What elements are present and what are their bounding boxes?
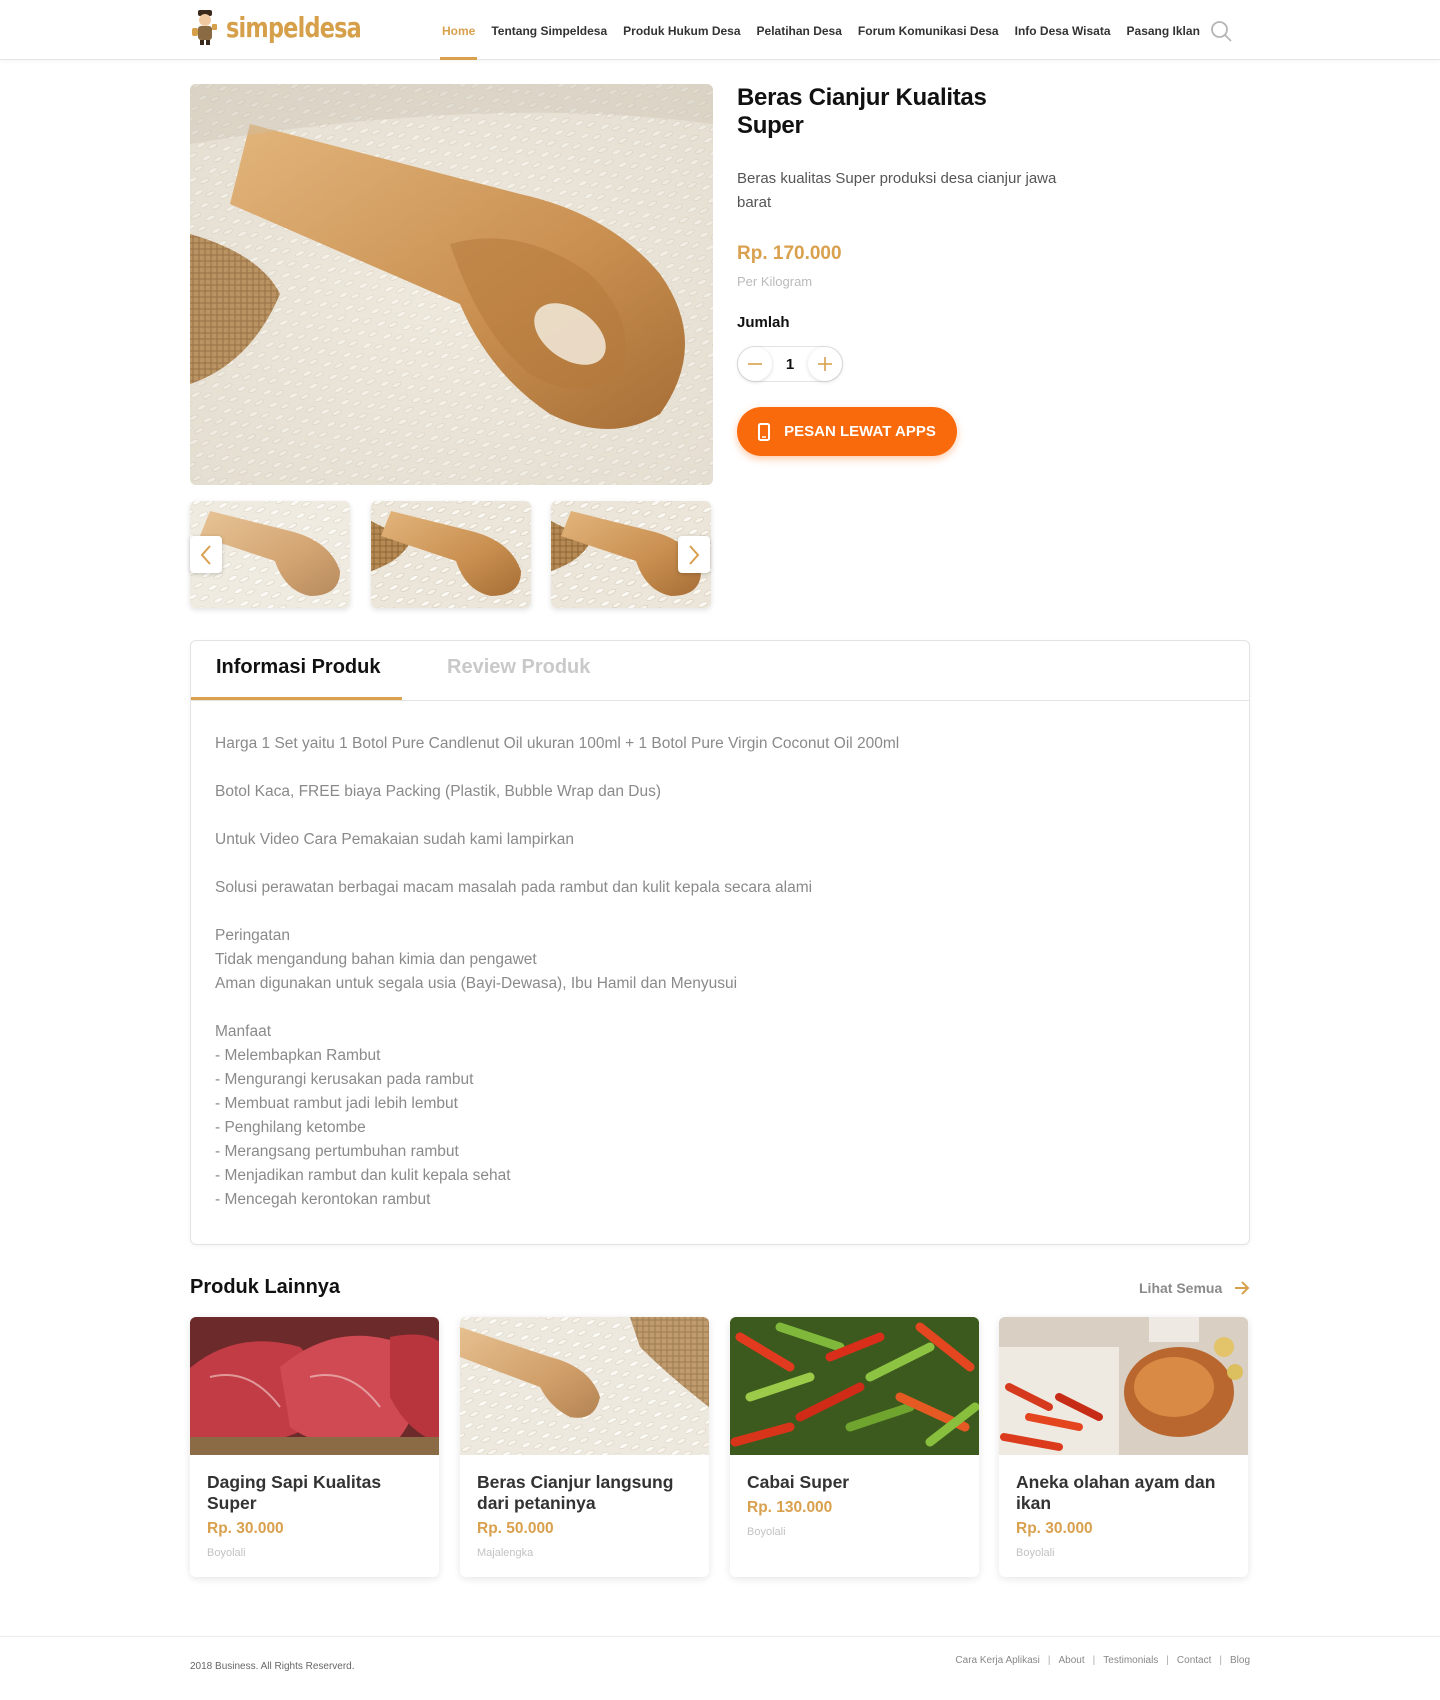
smartphone-icon bbox=[758, 422, 771, 441]
chevron-left-icon bbox=[200, 544, 211, 565]
product-detail-panel: Informasi Produk Review Produk Harga 1 S… bbox=[190, 640, 1250, 1245]
footer-link-cara-kerja[interactable]: Cara Kerja Aplikasi bbox=[955, 1655, 1039, 1666]
order-via-app-button[interactable]: PESAN LEWAT APPS bbox=[737, 407, 957, 456]
footer-link-contact[interactable]: Contact bbox=[1177, 1655, 1211, 1666]
product-card-price: Rp. 50.000 bbox=[477, 1520, 554, 1537]
footer-separator: | bbox=[1047, 1655, 1051, 1666]
thumbnail[interactable] bbox=[371, 501, 531, 608]
nav-item-forum[interactable]: Forum Komunikasi Desa bbox=[850, 0, 1007, 60]
product-title: Beras Cianjur Kualitas Super bbox=[737, 84, 987, 139]
product-card-title: Cabai Super bbox=[747, 1472, 850, 1492]
product-card-title: Beras Cianjur langsung dari petaninya bbox=[477, 1472, 674, 1513]
footer-link-blog[interactable]: Blog bbox=[1230, 1655, 1250, 1666]
product-card-image bbox=[190, 1317, 439, 1455]
product-card-location: Boyolali bbox=[207, 1547, 246, 1559]
tab-informasi-produk[interactable]: Informasi Produk bbox=[216, 656, 380, 679]
nav-item-pasang-iklan[interactable]: Pasang Iklan bbox=[1119, 0, 1208, 60]
info-paragraph: Untuk Video Cara Pemakaian sudah kami la… bbox=[215, 831, 574, 848]
plus-icon bbox=[818, 357, 832, 371]
tab-bar: Informasi Produk Review Produk bbox=[191, 641, 1249, 701]
footer-separator: | bbox=[1219, 1655, 1222, 1666]
thumbnail-next-button[interactable] bbox=[678, 536, 710, 573]
benefit-line: - Penghilang ketombe bbox=[215, 1119, 366, 1136]
brand-name: simpeldesa bbox=[226, 10, 362, 44]
footer-separator: | bbox=[1166, 1655, 1169, 1666]
product-card[interactable]: Beras Cianjur langsung dari petaninya Rp… bbox=[460, 1317, 709, 1577]
benefit-line: - Mencegah kerontokan rambut bbox=[215, 1191, 431, 1208]
info-paragraph: Harga 1 Set yaitu 1 Botol Pure Candlenut… bbox=[215, 735, 900, 752]
product-info: Beras Cianjur Kualitas Super Beras kuali… bbox=[737, 84, 1057, 456]
product-card[interactable]: Aneka olahan ayam dan ikan Rp. 30.000 Bo… bbox=[999, 1317, 1248, 1577]
increase-quantity-button[interactable] bbox=[808, 347, 842, 381]
arrow-right-icon bbox=[1235, 1281, 1250, 1295]
related-products-title: Produk Lainnya bbox=[190, 1276, 341, 1298]
product-card-image bbox=[999, 1317, 1248, 1455]
active-tab-indicator bbox=[191, 697, 402, 700]
benefit-line: - Melembapkan Rambut bbox=[215, 1047, 381, 1064]
product-card-title: Aneka olahan ayam dan ikan bbox=[1016, 1472, 1216, 1513]
quantity-label: Jumlah bbox=[737, 314, 790, 331]
nav-item-info-wisata[interactable]: Info Desa Wisata bbox=[1007, 0, 1119, 60]
product-card-location: Boyolali bbox=[747, 1526, 786, 1538]
thumbnail-strip bbox=[190, 501, 713, 608]
product-card[interactable]: Daging Sapi Kualitas Super Rp. 30.000 Bo… bbox=[190, 1317, 439, 1577]
top-navbar: simpeldesa Home Tentang Simpeldesa Produ… bbox=[0, 0, 1440, 60]
nav-item-home[interactable]: Home bbox=[434, 0, 483, 60]
product-information-content: Harga 1 Set yaitu 1 Botol Pure Candlenut… bbox=[191, 701, 1249, 1212]
product-main-image bbox=[190, 84, 713, 485]
warning-line: Tidak mengandung bahan kimia dan pengawe… bbox=[215, 951, 537, 968]
info-paragraph: Botol Kaca, FREE biaya Packing (Plastik,… bbox=[215, 783, 661, 800]
chevron-right-icon bbox=[689, 544, 700, 565]
benefit-title: Manfaat bbox=[215, 1023, 272, 1040]
tab-review-produk[interactable]: Review Produk bbox=[447, 656, 590, 679]
nav-item-tentang[interactable]: Tentang Simpeldesa bbox=[483, 0, 615, 60]
warning-title: Peringatan bbox=[215, 927, 290, 944]
benefit-line: - Membuat rambut jadi lebih lembut bbox=[215, 1095, 458, 1112]
thumbnail-prev-button[interactable] bbox=[190, 536, 222, 573]
brand-logo[interactable]: simpeldesa bbox=[190, 8, 395, 46]
product-card-price: Rp. 30.000 bbox=[207, 1520, 284, 1537]
benefit-line: - Mengurangi kerusakan pada rambut bbox=[215, 1071, 474, 1088]
related-products-list: Daging Sapi Kualitas Super Rp. 30.000 Bo… bbox=[190, 1317, 1250, 1577]
product-card-price: Rp. 30.000 bbox=[1016, 1520, 1093, 1537]
product-card-image bbox=[730, 1317, 979, 1455]
product-price: Rp. 170.000 bbox=[737, 243, 842, 264]
quantity-value[interactable]: 1 bbox=[786, 356, 794, 373]
product-card-price: Rp. 130.000 bbox=[747, 1499, 833, 1516]
footer: 2018 Business. All Rights Reserverd. Car… bbox=[0, 1636, 1440, 1700]
footer-link-testimonials[interactable]: Testimonials bbox=[1103, 1655, 1158, 1666]
benefit-line: - Merangsang pertumbuhan rambut bbox=[215, 1143, 459, 1160]
order-button-label: PESAN LEWAT APPS bbox=[784, 423, 936, 440]
decrease-quantity-button[interactable] bbox=[738, 347, 772, 381]
footer-link-about[interactable]: About bbox=[1059, 1655, 1085, 1666]
minus-icon bbox=[748, 363, 762, 365]
nav-item-pelatihan[interactable]: Pelatihan Desa bbox=[749, 0, 850, 60]
product-card-image bbox=[460, 1317, 709, 1455]
product-card-location: Majalengka bbox=[477, 1547, 534, 1559]
footer-separator: | bbox=[1092, 1655, 1096, 1666]
price-unit: Per Kilogram bbox=[737, 274, 813, 289]
copyright-text: 2018 Business. All Rights Reserverd. bbox=[190, 1661, 355, 1672]
quantity-stepper: 1 bbox=[737, 346, 843, 382]
product-card-location: Boyolali bbox=[1016, 1547, 1055, 1559]
product-card-title: Daging Sapi Kualitas Super bbox=[207, 1472, 382, 1513]
warning-line: Aman digunakan untuk segala usia (Bayi-D… bbox=[215, 975, 738, 992]
nav-item-produk-hukum[interactable]: Produk Hukum Desa bbox=[615, 0, 748, 60]
benefit-line: - Menjadikan rambut dan kulit kepala seh… bbox=[215, 1167, 511, 1184]
see-all-link[interactable]: Lihat Semua bbox=[1139, 1280, 1250, 1296]
product-description: Beras kualitas Super produksi desa cianj… bbox=[737, 170, 1057, 211]
main-nav: Home Tentang Simpeldesa Produk Hukum Des… bbox=[434, 0, 1208, 60]
product-card[interactable]: Cabai Super Rp. 130.000 Boyolali bbox=[730, 1317, 979, 1577]
mascot-logo-icon bbox=[192, 10, 217, 45]
search-icon[interactable] bbox=[1210, 20, 1232, 42]
info-paragraph: Solusi perawatan berbagai macam masalah … bbox=[215, 879, 813, 896]
footer-links: Cara Kerja Aplikasi | About | Testimonia… bbox=[955, 1655, 1250, 1666]
see-all-label: Lihat Semua bbox=[1139, 1280, 1223, 1296]
